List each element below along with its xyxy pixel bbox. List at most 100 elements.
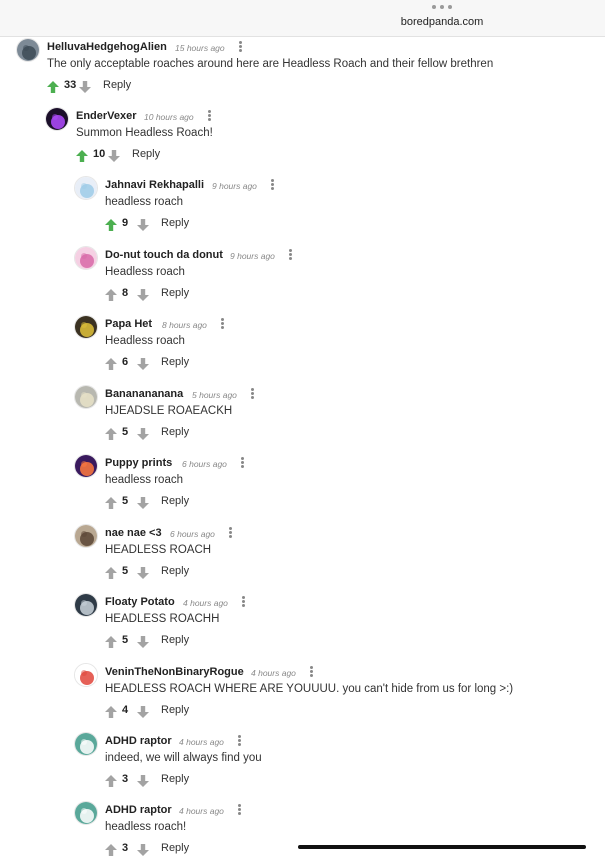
- more-options-icon[interactable]: [207, 110, 211, 121]
- downvote-icon[interactable]: [137, 288, 149, 301]
- author-name[interactable]: VeninTheNonBinaryRogue: [105, 666, 244, 678]
- vote-count: 33: [64, 79, 77, 91]
- more-options-icon[interactable]: [238, 41, 242, 52]
- reply-button[interactable]: Reply: [161, 773, 189, 785]
- avatar[interactable]: [74, 315, 98, 339]
- downvote-icon[interactable]: [137, 705, 149, 718]
- author-name[interactable]: Floaty Potato: [105, 596, 175, 608]
- more-options-icon[interactable]: [271, 179, 275, 190]
- upvote-icon[interactable]: [105, 427, 117, 440]
- reply-button[interactable]: Reply: [161, 704, 189, 716]
- more-options-icon[interactable]: [221, 318, 225, 329]
- reply-button[interactable]: Reply: [132, 148, 160, 160]
- more-options-icon[interactable]: [242, 596, 246, 607]
- avatar[interactable]: [74, 176, 98, 200]
- author-name[interactable]: Papa Het: [105, 318, 152, 330]
- more-options-icon[interactable]: [251, 388, 255, 399]
- reply-button[interactable]: Reply: [161, 287, 189, 299]
- comment-text: Headless roach: [105, 266, 185, 278]
- upvote-icon[interactable]: [105, 843, 117, 856]
- upvote-icon[interactable]: [105, 288, 117, 301]
- more-options-icon[interactable]: [229, 527, 233, 538]
- avatar[interactable]: [74, 524, 98, 548]
- upvote-icon[interactable]: [105, 566, 117, 579]
- downvote-icon[interactable]: [137, 496, 149, 509]
- avatar[interactable]: [74, 454, 98, 478]
- downvote-icon[interactable]: [137, 774, 149, 787]
- upvote-icon[interactable]: [105, 496, 117, 509]
- more-options-icon[interactable]: [238, 735, 242, 746]
- downvote-icon[interactable]: [137, 427, 149, 440]
- comment-text: HJEADSLE ROAEACKH: [105, 405, 233, 417]
- vote-count: 5: [122, 634, 129, 646]
- url-label[interactable]: boredpanda.com: [380, 16, 504, 28]
- home-indicator[interactable]: [298, 845, 586, 849]
- more-options-icon[interactable]: [238, 804, 242, 815]
- vote-count: 3: [122, 842, 129, 854]
- avatar[interactable]: [74, 246, 98, 270]
- vote-count: 3: [122, 773, 129, 785]
- reply-button[interactable]: Reply: [161, 495, 189, 507]
- downvote-icon[interactable]: [137, 218, 149, 231]
- vote-count: 8: [122, 287, 129, 299]
- upvote-icon[interactable]: [105, 774, 117, 787]
- author-name[interactable]: ADHD raptor: [105, 735, 172, 747]
- downvote-icon[interactable]: [137, 843, 149, 856]
- timestamp: 10 hours ago: [144, 112, 194, 122]
- avatar[interactable]: [74, 385, 98, 409]
- upvote-icon[interactable]: [76, 149, 88, 162]
- upvote-icon[interactable]: [47, 80, 59, 93]
- comment-text: HEADLESS ROACHH: [105, 613, 220, 625]
- author-name[interactable]: Jahnavi Rekhapalli: [105, 179, 204, 191]
- downvote-icon[interactable]: [79, 80, 91, 93]
- author-name[interactable]: HelluvaHedgehogAlien: [47, 41, 167, 53]
- avatar[interactable]: [74, 663, 98, 687]
- timestamp: 4 hours ago: [251, 668, 296, 678]
- downvote-icon[interactable]: [137, 566, 149, 579]
- downvote-icon[interactable]: [108, 149, 120, 162]
- comment-text: Summon Headless Roach!: [76, 127, 213, 139]
- timestamp: 6 hours ago: [170, 529, 215, 539]
- more-options-icon[interactable]: [289, 249, 293, 260]
- reply-button[interactable]: Reply: [161, 217, 189, 229]
- upvote-icon[interactable]: [105, 705, 117, 718]
- more-options-icon[interactable]: [241, 457, 245, 468]
- upvote-icon[interactable]: [105, 218, 117, 231]
- author-name[interactable]: Do-nut touch da donut: [105, 249, 223, 261]
- reply-button[interactable]: Reply: [161, 842, 189, 854]
- comment-text: The only acceptable roaches around here …: [47, 58, 494, 70]
- more-options-icon[interactable]: [310, 666, 314, 677]
- comment-text: indeed, we will always find you: [105, 752, 262, 764]
- downvote-icon[interactable]: [137, 357, 149, 370]
- avatar[interactable]: [74, 732, 98, 756]
- avatar[interactable]: [74, 593, 98, 617]
- vote-count: 4: [122, 704, 129, 716]
- reply-button[interactable]: Reply: [161, 426, 189, 438]
- comment-text: headless roach!: [105, 821, 187, 833]
- comment-text: headless roach: [105, 474, 183, 486]
- timestamp: 4 hours ago: [183, 598, 228, 608]
- upvote-icon[interactable]: [105, 357, 117, 370]
- reply-button[interactable]: Reply: [161, 634, 189, 646]
- vote-count: 5: [122, 495, 129, 507]
- comment-text: HEADLESS ROACH: [105, 544, 212, 556]
- author-name[interactable]: Puppy prints: [105, 457, 172, 469]
- avatar[interactable]: [16, 38, 40, 62]
- author-name[interactable]: nae nae <3: [105, 527, 162, 539]
- timestamp: 8 hours ago: [162, 320, 207, 330]
- vote-count: 10: [93, 148, 106, 160]
- reply-button[interactable]: Reply: [103, 79, 131, 91]
- downvote-icon[interactable]: [137, 635, 149, 648]
- reply-button[interactable]: Reply: [161, 565, 189, 577]
- author-name[interactable]: ADHD raptor: [105, 804, 172, 816]
- reply-button[interactable]: Reply: [161, 356, 189, 368]
- timestamp: 5 hours ago: [192, 390, 237, 400]
- author-name[interactable]: Bananananana: [105, 388, 183, 400]
- comment-text: headless roach: [105, 196, 183, 208]
- more-options-icon[interactable]: [432, 5, 452, 11]
- upvote-icon[interactable]: [105, 635, 117, 648]
- timestamp: 6 hours ago: [182, 459, 227, 469]
- avatar[interactable]: [45, 107, 69, 131]
- author-name[interactable]: EnderVexer: [76, 110, 137, 122]
- avatar[interactable]: [74, 801, 98, 825]
